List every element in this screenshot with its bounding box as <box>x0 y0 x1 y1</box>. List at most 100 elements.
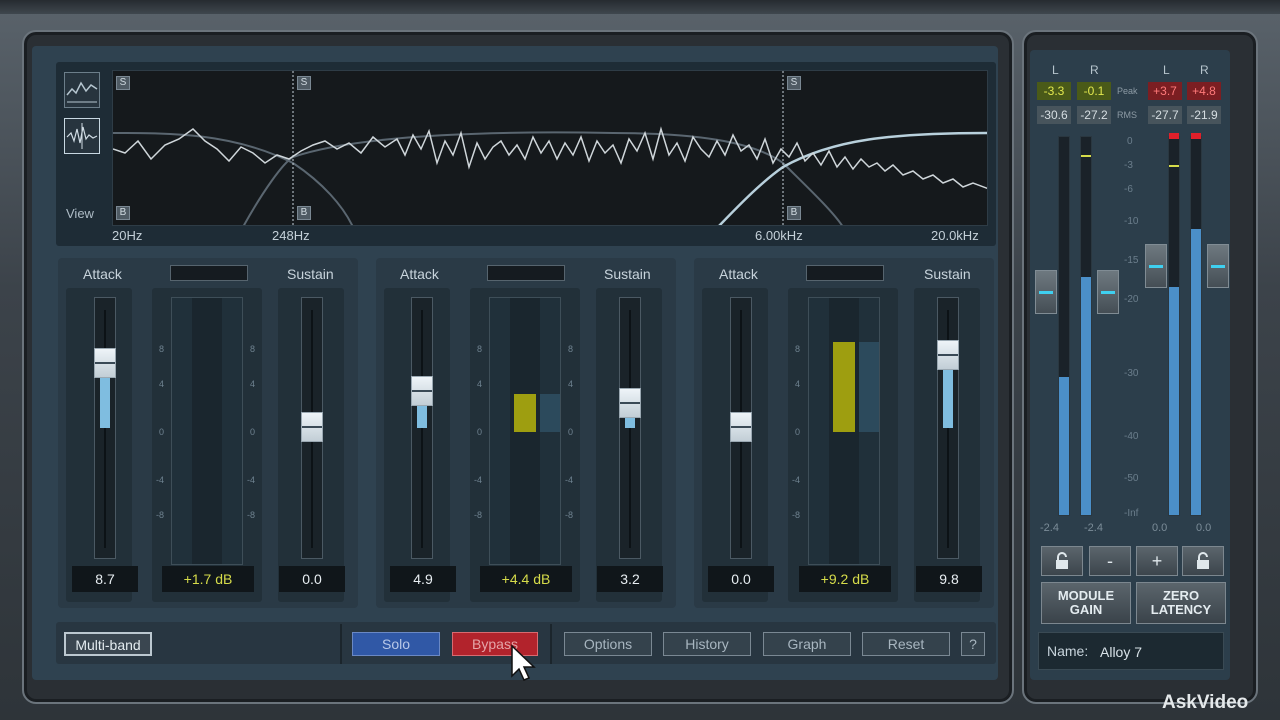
meter-scale-label: -Inf <box>1124 508 1139 519</box>
fader-handle[interactable] <box>94 348 116 378</box>
band-2-attack-fader[interactable] <box>411 297 433 559</box>
output-rms-right: -21.9 <box>1187 106 1221 124</box>
band-2-gain-meter[interactable] <box>489 297 561 565</box>
options-button[interactable]: Options <box>564 632 652 656</box>
band-2-attack-value[interactable]: 4.9 <box>390 566 456 592</box>
band-1-name-box <box>170 265 248 281</box>
spectrum-view-icon[interactable] <box>64 72 100 108</box>
input-rms-right: -27.2 <box>1077 106 1111 124</box>
multiband-button[interactable]: Multi-band <box>64 632 152 656</box>
input-gain-left-handle[interactable] <box>1035 270 1057 314</box>
meter-scale-label: -30 <box>1124 368 1139 379</box>
output-peak-right[interactable]: +4.8 <box>1187 82 1221 100</box>
mouse-cursor-icon <box>511 644 536 681</box>
module-gain-button[interactable]: MODULE GAIN <box>1041 582 1131 624</box>
meter-scale-label: 0 <box>1127 136 1133 147</box>
gain-scale-m8: -8 <box>565 510 574 520</box>
freq-label-low: 20Hz <box>112 228 143 243</box>
output-gain-right-handle[interactable] <box>1207 244 1229 288</box>
rms-tag: RMS <box>1117 110 1137 120</box>
spectrum-display[interactable] <box>112 70 988 226</box>
watermark-logo: AskVideo <box>1162 692 1249 713</box>
output-gain-left-handle[interactable] <box>1145 244 1167 288</box>
attack-label: Attack <box>400 266 439 282</box>
meter-scale-label: -10 <box>1124 216 1139 227</box>
band-1-attack-fader[interactable] <box>94 297 116 559</box>
input-peak-right[interactable]: -0.1 <box>1077 82 1111 100</box>
band-2-gain-value[interactable]: +4.4 dB <box>480 566 572 592</box>
history-button[interactable]: History <box>663 632 751 656</box>
band2-bypass-marker[interactable]: B <box>297 206 311 220</box>
gain-decrement-button[interactable]: - <box>1089 546 1131 576</box>
band1-solo-marker[interactable]: S <box>116 76 130 90</box>
output-peak-left[interactable]: +3.7 <box>1148 82 1182 100</box>
view-label: View <box>66 206 94 221</box>
band3-bypass-marker[interactable]: B <box>787 206 801 220</box>
input-gain-right-handle[interactable] <box>1097 270 1119 314</box>
fader-handle[interactable] <box>730 412 752 442</box>
gain-scale-m4: -4 <box>247 475 256 485</box>
input-left-meter <box>1058 136 1070 516</box>
lock-icon <box>1056 552 1068 569</box>
attack-label: Attack <box>83 266 122 282</box>
sustain-label: Sustain <box>287 266 334 282</box>
gain-scale-4: 4 <box>795 379 801 389</box>
band2-solo-marker[interactable]: S <box>297 76 311 90</box>
band-1-gain-value[interactable]: +1.7 dB <box>162 566 254 592</box>
output-left-label: L <box>1163 63 1170 77</box>
band-2-name-box <box>487 265 565 281</box>
input-link-button[interactable] <box>1041 546 1083 576</box>
band1-bypass-marker[interactable]: B <box>116 206 130 220</box>
band-2-sustain-value[interactable]: 3.2 <box>597 566 663 592</box>
gain-scale-0: 0 <box>477 427 483 437</box>
transient-icon <box>66 123 98 149</box>
gain-scale-8: 8 <box>159 344 165 354</box>
fader-handle[interactable] <box>619 388 641 418</box>
band-3-name-box <box>806 265 884 281</box>
gain-scale-m4: -4 <box>156 475 165 485</box>
band-3-gain-meter[interactable] <box>808 297 880 565</box>
reset-button[interactable]: Reset <box>862 632 950 656</box>
preset-name-value[interactable]: Alloy 7 <box>1100 644 1142 660</box>
fader-handle[interactable] <box>301 412 323 442</box>
help-button[interactable]: ? <box>961 632 985 656</box>
gain-scale-8: 8 <box>250 344 256 354</box>
title-strip <box>0 0 1280 14</box>
band-1-gain-meter[interactable] <box>171 297 243 565</box>
band-3-sustain-value[interactable]: 9.8 <box>916 566 982 592</box>
fader-handle[interactable] <box>937 340 959 370</box>
gain-scale-4: 4 <box>477 379 483 389</box>
gain-scale-0: 0 <box>568 427 574 437</box>
module-gain-label-2: GAIN <box>1069 602 1103 617</box>
band-3-attack-value[interactable]: 0.0 <box>708 566 774 592</box>
band-1-attack-value[interactable]: 8.7 <box>72 566 138 592</box>
gain-scale-m8: -8 <box>247 510 256 520</box>
band-3-sustain-fader[interactable] <box>937 297 959 559</box>
meter-scale-label: -20 <box>1124 294 1139 305</box>
gain-level-fill <box>833 342 855 432</box>
gain-scale-4: 4 <box>568 379 574 389</box>
zero-latency-button[interactable]: ZERO LATENCY <box>1136 582 1226 624</box>
sustain-label: Sustain <box>604 266 651 282</box>
waveform-view-icon[interactable] <box>64 118 100 154</box>
gain-level-fill <box>514 394 536 432</box>
crossover-2-freq[interactable]: 6.00kHz <box>755 228 803 243</box>
input-peak-left[interactable]: -3.3 <box>1037 82 1071 100</box>
band-2-sustain-fader[interactable] <box>619 297 641 559</box>
band-3-gain-value[interactable]: +9.2 dB <box>799 566 891 592</box>
solo-button[interactable]: Solo <box>352 632 440 656</box>
band3-solo-marker[interactable]: S <box>787 76 801 90</box>
gain-scale-0: 0 <box>159 427 165 437</box>
band-1-sustain-value[interactable]: 0.0 <box>279 566 345 592</box>
meter-scale-label: -15 <box>1124 255 1139 266</box>
spectrum-graph <box>113 71 987 225</box>
graph-button[interactable]: Graph <box>763 632 851 656</box>
gain-increment-button[interactable]: + <box>1136 546 1178 576</box>
fader-handle[interactable] <box>411 376 433 406</box>
output-link-button[interactable] <box>1182 546 1224 576</box>
gain-scale-m4: -4 <box>792 475 801 485</box>
crossover-1-freq[interactable]: 248Hz <box>272 228 310 243</box>
output-left-meter <box>1168 133 1180 516</box>
band-1-sustain-fader[interactable] <box>301 297 323 559</box>
band-3-attack-fader[interactable] <box>730 297 752 559</box>
